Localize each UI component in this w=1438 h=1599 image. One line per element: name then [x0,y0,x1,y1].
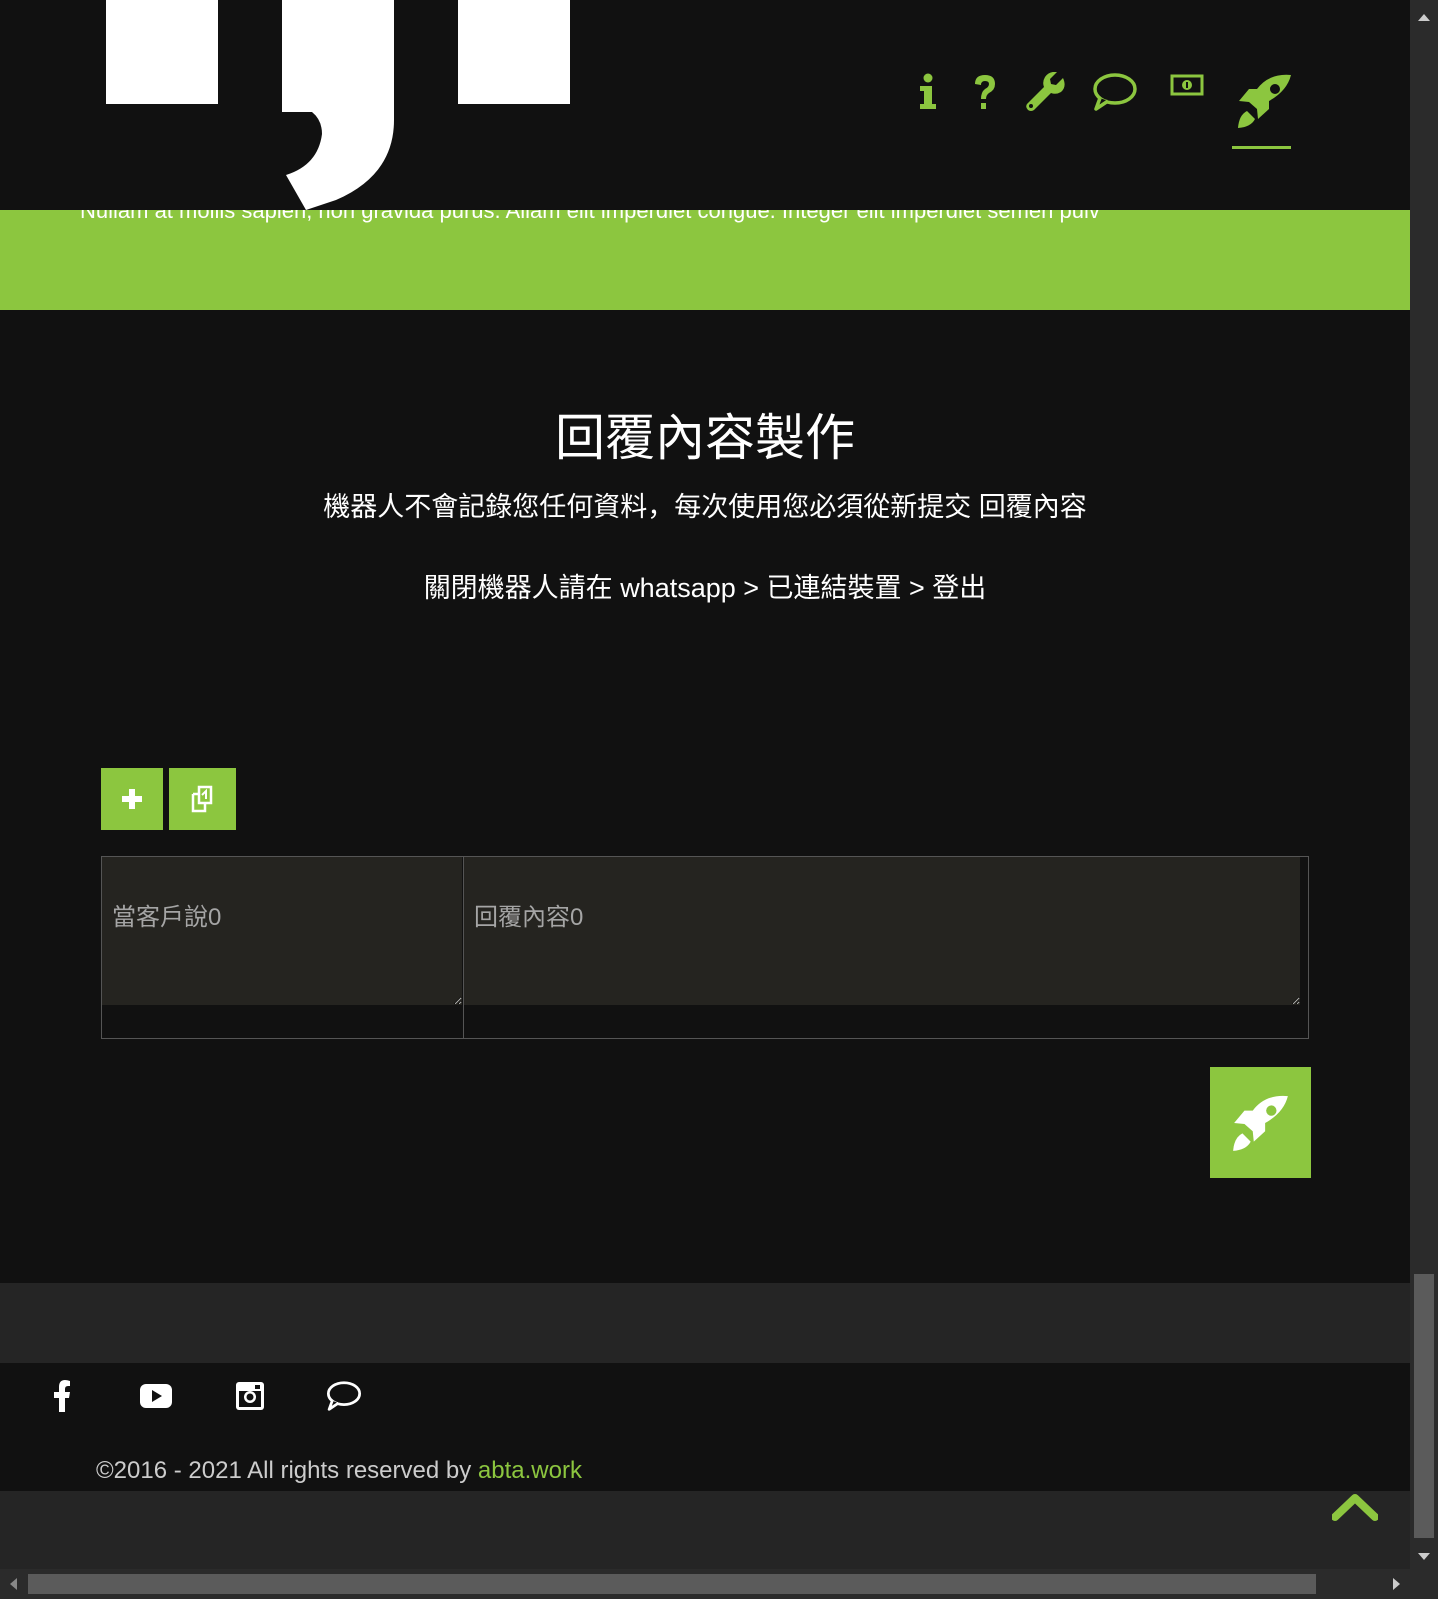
page: Nullam at mollis sapien, non gravida pur… [0,0,1410,1569]
plus-icon [122,789,142,809]
copyright-text: ©2016 - 2021 All rights reserved by [96,1457,478,1484]
chat-bubble-icon[interactable] [326,1376,362,1416]
scroll-corner [1410,1569,1438,1599]
vertical-scroll-thumb[interactable] [1414,1274,1434,1538]
scroll-down-arrow-icon[interactable] [1418,1553,1430,1560]
reply-content-input[interactable] [464,857,1300,1005]
instagram-icon[interactable] [234,1376,266,1416]
abta-work-link[interactable]: abta.work [478,1457,582,1484]
logout-instruction: 關閉機器人請在 whatsapp > 已連結裝置 > 登出 [423,573,987,603]
youtube-icon[interactable] [138,1376,174,1416]
logo [106,0,570,210]
bottom-band [0,1491,1410,1569]
help-icon[interactable] [958,68,1012,116]
money-icon[interactable] [1160,62,1214,110]
page-subtitle: 機器人不會記錄您任何資料，每次使用您必須從新提交 回覆內容 [323,492,1087,522]
send-button[interactable] [1210,1067,1311,1178]
page-title: 回覆內容製作 [555,410,855,466]
scroll-right-arrow-icon[interactable] [1393,1578,1400,1590]
rocket-icon [1232,1095,1288,1151]
horizontal-scrollbar[interactable] [0,1569,1410,1599]
vertical-scrollbar[interactable] [1410,0,1438,1569]
info-icon[interactable] [901,68,955,116]
wrench-icon[interactable] [1019,68,1073,116]
chat-bubble-icon[interactable] [1088,68,1142,116]
footer-band [0,1283,1410,1363]
copy-button[interactable] [169,768,236,830]
horizontal-scroll-thumb[interactable] [28,1574,1316,1594]
copy-icon [191,785,212,813]
header [0,0,1410,210]
facebook-icon[interactable] [50,1376,74,1416]
rocket-icon[interactable] [1235,68,1295,134]
copyright: ©2016 - 2021 All rights reserved by abta… [96,1457,582,1485]
hero-band: Nullam at mollis sapien, non gravida pur… [0,210,1410,310]
band-text: Nullam at mollis sapien, non gravida pur… [80,210,1100,223]
qa-table [101,856,1309,1039]
scroll-left-arrow-icon[interactable] [10,1578,17,1590]
active-nav-underline [1232,146,1291,149]
customer-says-cell [102,857,464,1038]
chevron-up-icon[interactable] [1332,1493,1378,1523]
customer-says-input[interactable] [102,857,462,1005]
scroll-up-arrow-icon[interactable] [1418,14,1430,21]
reply-content-cell [464,857,1308,1038]
add-row-button[interactable] [101,768,163,830]
